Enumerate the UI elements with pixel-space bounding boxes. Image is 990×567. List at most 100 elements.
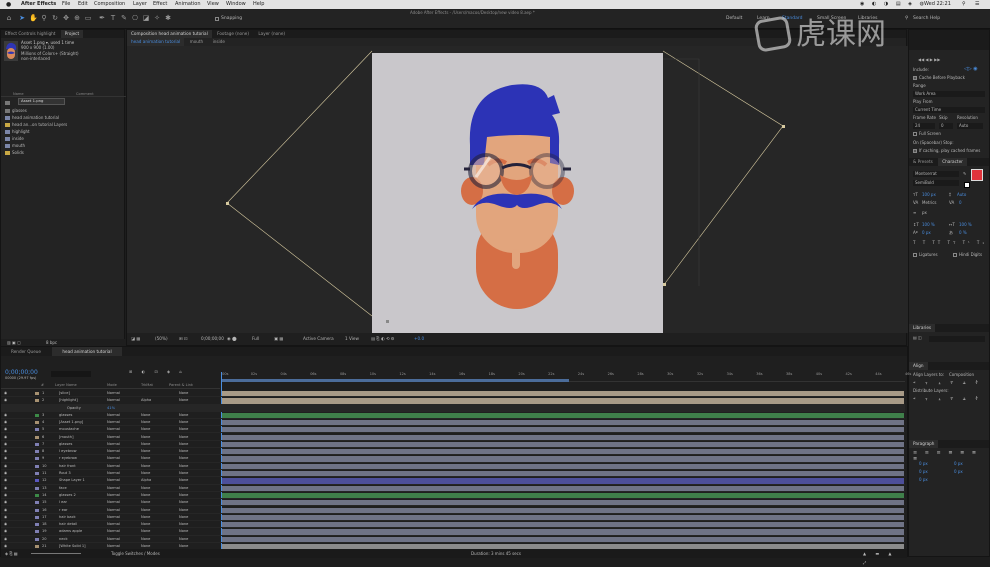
trkmat-dropdown[interactable]: None — [141, 448, 150, 455]
search-help-input[interactable]: Search Help — [913, 9, 940, 29]
anchor-tool-icon[interactable]: ⊕ — [73, 14, 81, 23]
orbit-tool-icon[interactable]: ↻ — [51, 14, 59, 23]
layer-duration-bar[interactable] — [222, 449, 904, 455]
snapshot-icon[interactable]: ◉ ⬤ — [227, 333, 237, 345]
layer-row[interactable]: ◉ 6 [mouth] Normal None None — [1, 434, 905, 441]
layer-row[interactable]: ◉ 5 moustache Normal None None — [1, 426, 905, 434]
indent-left-value[interactable]: 0 px — [919, 461, 928, 467]
mode-dropdown[interactable]: Normal — [107, 477, 120, 484]
mode-dropdown[interactable]: Normal — [107, 419, 120, 426]
trkmat-dropdown[interactable]: None — [141, 455, 150, 462]
layer-duration-bar[interactable] — [222, 507, 904, 513]
mode-dropdown[interactable]: Normal — [107, 390, 120, 397]
layer-row[interactable]: ◉ 9 r eyebrow Normal None None — [1, 455, 905, 463]
snapping-checkbox[interactable] — [215, 17, 219, 21]
brush-tool-icon[interactable]: ✎ — [120, 14, 128, 23]
parent-dropdown[interactable]: None — [179, 507, 188, 514]
fill-color-swatch[interactable] — [971, 169, 983, 181]
parent-dropdown[interactable]: None — [179, 477, 188, 484]
layer-row[interactable]: ◉ 14 glasses 2 Normal None None — [1, 492, 905, 500]
layer-duration-bar[interactable] — [222, 419, 904, 426]
loop-icons[interactable]: ◁▷ ◉ — [964, 66, 978, 72]
align-buttons[interactable]: ⫞ ⫟ ⫠ ⫧ ⫨ ⫩ — [913, 380, 982, 386]
mode-dropdown[interactable]: Normal — [107, 492, 120, 499]
layer-duration-bar[interactable] — [222, 485, 904, 491]
hindi-digits-checkbox[interactable] — [953, 253, 957, 257]
ligatures-checkbox[interactable] — [913, 253, 917, 257]
layer-duration-bar[interactable] — [222, 434, 904, 440]
menu-edit[interactable]: Edit — [78, 0, 88, 9]
layer-row[interactable]: ◉ 15 l ear Normal None None — [1, 499, 905, 507]
artboard[interactable] — [372, 53, 663, 333]
camera-dropdown[interactable]: Active Camera — [303, 333, 334, 345]
menu-layer[interactable]: Layer — [133, 0, 147, 9]
clone-tool-icon[interactable]: ⎔ — [131, 14, 139, 23]
cache-checkbox[interactable] — [913, 76, 917, 80]
project-item[interactable]: head an...on tutorial Layers — [5, 121, 67, 128]
mode-dropdown[interactable]: Normal — [107, 528, 120, 535]
trkmat-dropdown[interactable]: None — [141, 412, 150, 419]
layer-row[interactable]: ◉ 2 [highlight] Normal Alpha None — [1, 397, 905, 405]
tab-character[interactable]: Character — [938, 158, 967, 166]
mode-dropdown[interactable]: Normal — [107, 499, 120, 506]
layer-row[interactable]: ◉ 16 r ear Normal None None — [1, 507, 905, 514]
parent-dropdown[interactable]: None — [179, 434, 188, 441]
indent-right-value[interactable]: 0 px — [954, 461, 963, 467]
parent-dropdown[interactable]: None — [179, 485, 188, 492]
horizontal-scale-value[interactable]: 100 % — [959, 222, 972, 228]
font-size-value[interactable]: 100 px — [922, 192, 936, 198]
if-caching-checkbox[interactable] — [913, 149, 917, 153]
resolution-dropdown[interactable]: Full — [252, 333, 259, 345]
project-item[interactable]: mouth — [5, 142, 25, 149]
trkmat-dropdown[interactable]: None — [141, 434, 150, 441]
exposure-value[interactable]: +0.0 — [414, 333, 424, 345]
character-illustration[interactable] — [372, 53, 663, 333]
kerning-value[interactable]: Metrics — [922, 200, 937, 206]
align-to-dropdown[interactable]: Composition — [949, 372, 974, 378]
view-options-icon[interactable]: ▤ ⎘ ◐ ⟲ ⚙ — [371, 333, 395, 345]
views-dropdown[interactable]: 1 View — [345, 333, 359, 345]
libraries-search[interactable] — [929, 336, 985, 342]
mode-dropdown[interactable]: Normal — [107, 441, 120, 448]
layer-row[interactable]: ◉ 4 [Asset 1.png] Normal None None — [1, 419, 905, 427]
menu-effect[interactable]: Effect — [153, 0, 167, 9]
zoom-dropdown[interactable]: (50%) — [155, 333, 168, 345]
trkmat-dropdown[interactable]: None — [141, 528, 150, 535]
parent-dropdown[interactable]: None — [179, 412, 188, 419]
menu-animation[interactable]: Animation — [175, 0, 201, 9]
layer-row[interactable]: ◉ 1 [slice] Normal None — [1, 390, 905, 398]
opacity-property-row[interactable]: Opacity 41% — [1, 404, 905, 412]
breadcrumb-item[interactable]: mouth — [186, 38, 208, 46]
bit-depth[interactable]: 8 bpc — [46, 339, 57, 346]
tab-layer[interactable]: Layer (none) — [254, 30, 289, 38]
parent-dropdown[interactable]: None — [179, 390, 188, 397]
tab-composition[interactable]: Composition head animation tutorial — [127, 30, 212, 38]
mode-dropdown[interactable]: Normal — [107, 448, 120, 455]
pen-tool-icon[interactable]: ✒ — [98, 14, 106, 23]
always-preview-icon[interactable]: ◪ ▦ — [131, 333, 140, 345]
tab-footage[interactable]: Footage (none) — [213, 30, 253, 38]
trkmat-dropdown[interactable]: Alpha — [141, 477, 151, 484]
layer-duration-bar[interactable] — [222, 391, 904, 397]
stroke-width-unit[interactable]: px — [922, 210, 927, 216]
layer-duration-bar[interactable] — [222, 427, 904, 433]
parent-dropdown[interactable]: None — [179, 455, 188, 462]
frame-rate-dropdown[interactable]: 24 — [913, 123, 935, 129]
project-item[interactable]: head animation tutorial — [5, 114, 59, 121]
project-item[interactable]: glasses — [5, 107, 27, 114]
selection-tool-icon[interactable]: ➤ — [18, 14, 26, 23]
mode-dropdown[interactable]: Normal — [107, 434, 120, 441]
menu-list-icon[interactable]: ☰ — [975, 0, 979, 9]
parent-dropdown[interactable]: None — [179, 536, 188, 543]
parent-dropdown[interactable]: None — [179, 499, 188, 506]
layer-row[interactable]: ◉ 10 hair front Normal None None — [1, 463, 905, 470]
work-area-bar[interactable] — [221, 379, 569, 382]
parent-dropdown[interactable]: None — [179, 514, 188, 521]
layer-row[interactable]: ◉ 3 glasses Normal None None — [1, 412, 905, 419]
layer-duration-bar[interactable] — [222, 536, 904, 542]
app-name[interactable]: After Effects — [21, 0, 56, 9]
layer-row[interactable]: ◉ 19 adams apple Normal None None — [1, 528, 905, 536]
font-style-dropdown[interactable]: SemiBold — [913, 180, 959, 186]
trkmat-dropdown[interactable]: None — [141, 521, 150, 528]
hand-tool-icon[interactable]: ✋ — [29, 14, 38, 23]
